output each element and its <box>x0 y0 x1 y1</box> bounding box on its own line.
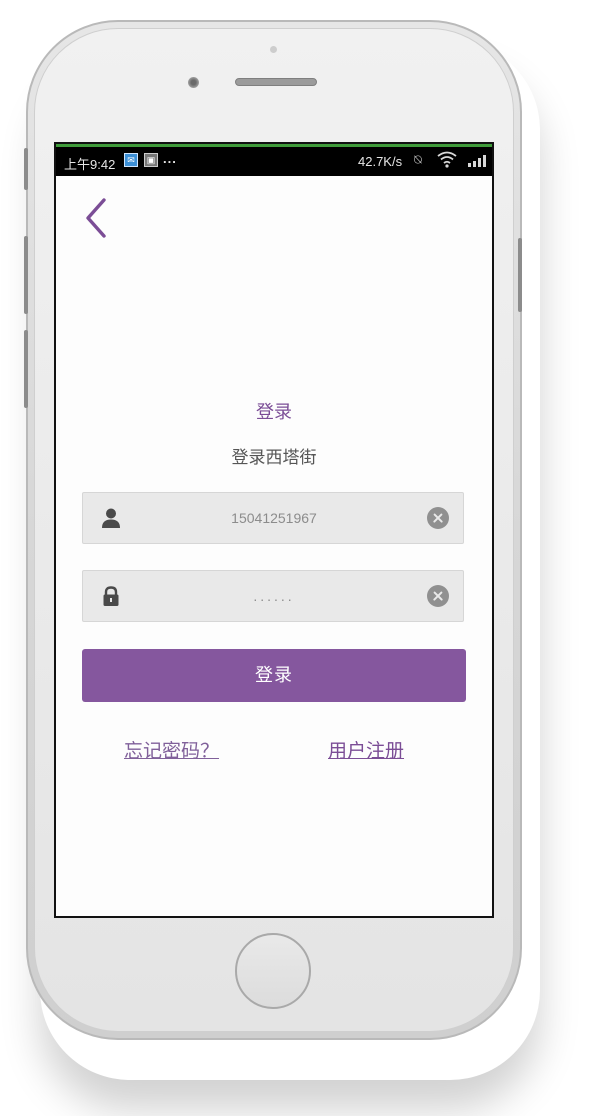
home-button[interactable] <box>235 933 311 1009</box>
clear-password-button[interactable] <box>427 585 449 607</box>
signal-icon <box>468 155 488 167</box>
network-speed: 42.7K/s <box>358 154 403 169</box>
password-input[interactable] <box>143 579 405 613</box>
phone-field <box>82 492 464 544</box>
mute-icon: ⍉ <box>414 152 422 167</box>
status-time: 上午9:42 <box>64 157 116 172</box>
login-button[interactable]: 登录 <box>82 649 466 702</box>
phone-screen: 上午9:42 ✉ ▣ ... 42.7K/s ⍉ 登录 登录西塔街 150412… <box>54 142 494 918</box>
page-title: 登录 <box>256 402 292 423</box>
volume-up-button <box>24 236 28 314</box>
front-camera <box>188 77 199 88</box>
password-field <box>82 570 464 622</box>
forgot-password-link[interactable]: 忘记密码？ <box>124 736 219 763</box>
earpiece-speaker <box>235 78 317 86</box>
user-icon <box>102 508 120 528</box>
notification-image-icon: ▣ <box>144 153 158 167</box>
lock-icon <box>103 586 119 606</box>
clear-phone-button[interactable] <box>427 507 449 529</box>
notification-more: ... <box>163 151 177 166</box>
page-subtitle: 登录西塔街 <box>231 448 317 468</box>
volume-down-button <box>24 330 28 408</box>
back-chevron-icon <box>86 198 106 238</box>
silent-switch <box>24 148 28 190</box>
back-button[interactable] <box>80 196 112 240</box>
proximity-sensor <box>270 46 277 53</box>
wifi-icon <box>437 151 457 168</box>
register-link[interactable]: 用户注册 <box>328 736 404 763</box>
phone-input[interactable] <box>143 501 405 535</box>
login-page: 登录 登录西塔街 登录 忘记密码？ 用户注册 <box>56 176 492 916</box>
power-button <box>518 238 522 312</box>
notification-app-icon: ✉ <box>124 153 138 167</box>
status-bar: 上午9:42 ✉ ▣ ... 42.7K/s ⍉ <box>56 144 492 176</box>
